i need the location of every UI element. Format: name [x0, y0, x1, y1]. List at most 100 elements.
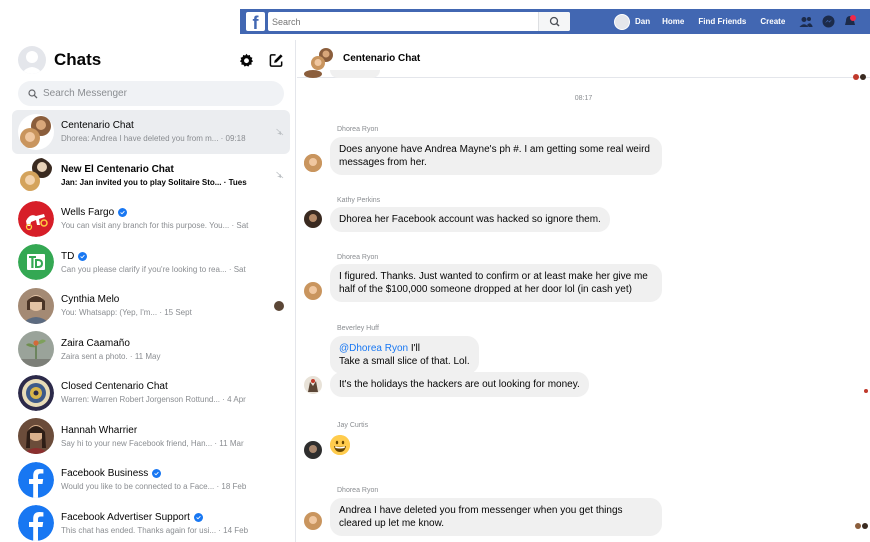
verified-badge-icon [152, 469, 162, 479]
chat-item-wells-fargo[interactable]: Wells Fargo You can visit any branch for… [12, 197, 290, 241]
message-bubble: Andrea I have deleted you from messenger… [330, 498, 662, 536]
chat-preview: You: Whatsapp: (Yep, I'm... · 15 Sept [61, 308, 192, 318]
nav-find-friends[interactable]: Find Friends [698, 17, 746, 26]
seen-avatar [864, 389, 868, 393]
chat-item-new-el-centenario-chat[interactable]: New El Centenario Chat Jan: Jan invited … [12, 154, 290, 198]
chats-sidebar: Chats Centenario Chat [0, 40, 296, 542]
wells-fargo-logo-icon [18, 200, 54, 237]
group-avatar [18, 113, 54, 150]
settings-button[interactable] [236, 50, 256, 70]
chat-preview: You can visit any branch for this purpos… [61, 221, 249, 231]
notifications-icon[interactable] [843, 15, 857, 29]
gear-icon [239, 53, 253, 67]
message-avatar [304, 70, 322, 78]
clipped-message-bubble [330, 70, 380, 78]
chat-preview: This chat has ended. Thanks again for us… [61, 525, 249, 535]
chat-name: TD [61, 251, 269, 262]
chat-item-closed-centenario-chat[interactable]: Closed Centenario Chat Warren: Warren Ro… [12, 371, 290, 415]
conversation-header: Centenario Chat [297, 40, 870, 78]
muted-icon [276, 123, 284, 141]
chats-header: Chats [18, 44, 286, 76]
facebook-logo-icon [18, 505, 54, 542]
chat-item-cynthia-melo[interactable]: Cynthia Melo You: Whatsapp: (Yep, I'm...… [12, 284, 290, 328]
message-bubble: @Dhorea Ryon I'll Take a small slice of … [330, 336, 479, 374]
chat-item-zaira-caamano[interactable]: Zaira Caamaño Zaira sent a photo. · 11 M… [12, 328, 290, 372]
message-timestamp: 08:17 [574, 95, 593, 102]
new-message-button[interactable] [266, 50, 286, 70]
chat-preview: Zaira sent a photo. · 11 May [61, 351, 161, 361]
person-avatar [18, 287, 54, 324]
message-avatar [304, 512, 322, 530]
td-logo-icon [18, 244, 54, 281]
chat-name-text: Facebook Advertiser Support [61, 511, 190, 523]
message-sender: Dhorea Ryon [337, 487, 379, 494]
message-sender: Kathy Perkins [337, 197, 381, 204]
top-nav: Dan Home Find Friends Create [614, 9, 865, 34]
verified-badge-icon [118, 208, 128, 218]
message-text: Take a small slice of that. Lol. [339, 356, 470, 367]
message-sender: Jay Curtis [337, 422, 369, 429]
chat-name: Hannah Wharrier [61, 424, 138, 436]
seen-avatar [855, 523, 861, 529]
messenger-search [18, 81, 284, 106]
message-bubble: Does anyone have Andrea Mayne's ph #. I … [330, 137, 662, 175]
facebook-logo-icon [18, 461, 54, 498]
chat-name-text: Wells Fargo [61, 207, 115, 219]
chat-item-facebook-advertiser-support[interactable]: Facebook Advertiser Support This chat ha… [12, 502, 290, 542]
chat-item-hannah-wharrier[interactable]: Hannah Wharrier Say hi to your new Faceb… [12, 415, 290, 459]
chat-name: Closed Centenario Chat [61, 381, 168, 393]
profile-avatar[interactable] [18, 46, 46, 74]
facebook-search-input[interactable] [268, 12, 538, 32]
grinning-face-icon [330, 435, 350, 455]
message-avatar [304, 376, 322, 394]
person-avatar [18, 331, 54, 368]
verified-badge-icon [193, 512, 203, 522]
facebook-search [268, 12, 570, 32]
conversation-title: Centenario Chat [343, 53, 421, 64]
message-sender: Beverley Huff [337, 325, 379, 332]
verified-badge-icon [78, 251, 88, 261]
group-avatar[interactable] [309, 45, 335, 72]
conversation-panel: Centenario Chat 08:17 Dhorea Ryon Does a… [297, 40, 870, 542]
chat-name: Facebook Business [61, 468, 269, 479]
chat-item-td[interactable]: TD Can you please clarify if you're look… [12, 241, 290, 285]
seal-avatar [18, 374, 54, 411]
compose-icon [269, 53, 283, 67]
user-name: Dan [635, 17, 651, 26]
muted-icon [276, 166, 284, 184]
chat-name: Centenario Chat [61, 120, 134, 132]
chat-name: Wells Fargo [61, 207, 269, 218]
mention-link[interactable]: @Dhorea Ryon [339, 343, 408, 354]
profile-link[interactable]: Dan [614, 13, 651, 30]
chats-title: Chats [54, 50, 102, 69]
search-icon [549, 16, 560, 27]
seen-avatar [853, 74, 859, 80]
message-avatar [304, 441, 322, 459]
group-avatar [18, 157, 54, 194]
message-text: I'll [408, 343, 420, 354]
chat-preview: Jan: Jan invited you to play Solitaire S… [61, 177, 247, 187]
messenger-search-input[interactable] [43, 88, 263, 99]
user-avatar [614, 13, 630, 30]
chat-preview: Can you please clarify if you're looking… [61, 264, 246, 274]
message-sender: Dhorea Ryon [337, 254, 379, 261]
chat-name: Zaira Caamaño [61, 337, 130, 349]
nav-home[interactable]: Home [662, 17, 684, 26]
message-bubble: It's the holidays the hackers are out lo… [330, 372, 589, 397]
chat-name: Facebook Advertiser Support [61, 512, 269, 523]
friend-requests-icon[interactable] [799, 15, 813, 29]
messenger-icon[interactable] [821, 15, 835, 29]
seen-avatar [862, 523, 868, 529]
message-sender: Dhorea Ryon [337, 126, 379, 133]
facebook-blue-bar: f Dan Home Find Friends Create [240, 9, 870, 34]
chat-list: Centenario Chat Dhorea: Andrea I have de… [12, 110, 290, 542]
chat-name: New El Centenario Chat [61, 163, 174, 175]
chat-preview: Warren: Warren Robert Jorgenson Rottund.… [61, 395, 246, 405]
search-button[interactable] [538, 12, 570, 31]
chat-preview: Say hi to your new Facebook friend, Han.… [61, 438, 244, 448]
facebook-logo-icon[interactable]: f [246, 12, 265, 31]
chat-item-centenario-chat[interactable]: Centenario Chat Dhorea: Andrea I have de… [12, 110, 290, 154]
chat-item-facebook-business[interactable]: Facebook Business Would you like to be c… [12, 458, 290, 502]
nav-create[interactable]: Create [760, 17, 785, 26]
message-avatar [304, 282, 322, 300]
